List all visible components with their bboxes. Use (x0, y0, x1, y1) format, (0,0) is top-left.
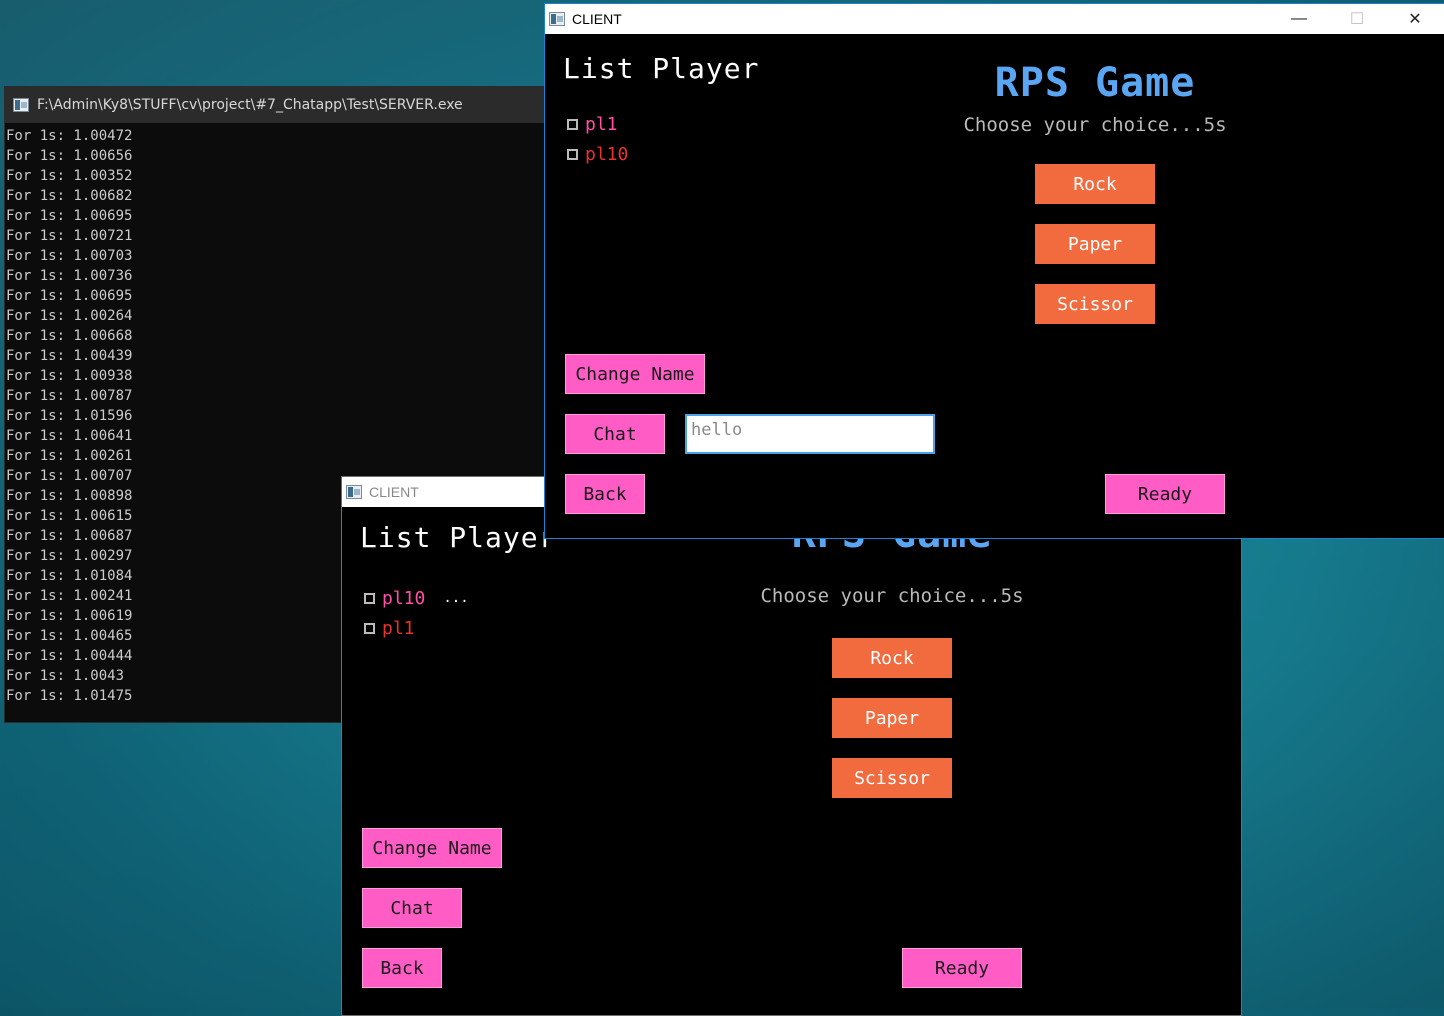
console-app-icon (13, 98, 29, 112)
close-icon[interactable]: ✕ (1386, 4, 1444, 34)
countdown-subtitle: Choose your choice...5s (760, 585, 1024, 607)
console-line: For 1s: 1.00703 (6, 248, 133, 264)
client-titlebar[interactable]: CLIENT — ☐ ✕ (545, 4, 1444, 34)
countdown-subtitle: Choose your choice...5s (963, 114, 1227, 136)
player-list: pl10 ... pl1 (364, 583, 469, 643)
bullet-icon (364, 622, 375, 634)
console-line: For 1s: 1.00721 (6, 228, 133, 244)
console-line: For 1s: 1.00264 (6, 308, 133, 324)
console-title: F:\Admin\Ky8\STUFF\cv\project\#7_Chatapp… (37, 97, 463, 113)
client-app-icon (549, 12, 565, 26)
player-status: ... (443, 590, 469, 606)
console-line: For 1s: 1.00261 (6, 448, 133, 464)
change-name-button[interactable]: Change Name (362, 828, 502, 868)
change-name-button[interactable]: Change Name (565, 354, 705, 394)
list-player-title: List Player (563, 52, 760, 85)
player-list: pl1 pl10 (567, 109, 628, 169)
paper-button[interactable]: Paper (1035, 224, 1155, 264)
game-title: RPS Game (994, 60, 1196, 106)
ready-button[interactable]: Ready (902, 948, 1022, 988)
window-title: CLIENT (572, 11, 622, 27)
player-list-item[interactable]: pl10 ... (364, 583, 469, 613)
player-list-item[interactable]: pl1 (364, 613, 469, 643)
console-line: For 1s: 1.00352 (6, 168, 133, 184)
chat-button[interactable]: Chat (362, 888, 462, 928)
ready-button[interactable]: Ready (1105, 474, 1225, 514)
back-button[interactable]: Back (565, 474, 645, 514)
client-app-icon (346, 485, 362, 499)
bullet-icon (364, 592, 375, 604)
scissor-button[interactable]: Scissor (832, 758, 952, 798)
paper-button[interactable]: Paper (832, 698, 952, 738)
console-line: For 1s: 1.00656 (6, 148, 133, 164)
client-body: List Player pl10 ... pl1 RPS Game Choose… (342, 507, 1241, 1015)
back-button[interactable]: Back (362, 948, 442, 988)
scissor-button[interactable]: Scissor (1035, 284, 1155, 324)
client-body: List Player pl1 pl10 RPS Game Choose you… (545, 34, 1444, 538)
chat-button[interactable]: Chat (565, 414, 665, 454)
minimize-icon[interactable]: — (1270, 4, 1328, 34)
bullet-icon (567, 148, 578, 160)
maximize-icon[interactable]: ☐ (1328, 4, 1386, 34)
console-line: For 1s: 1.00682 (6, 188, 133, 204)
player-name: pl10 (382, 587, 426, 609)
player-name: pl1 (585, 113, 618, 135)
console-line: For 1s: 1.00938 (6, 368, 133, 384)
console-line: For 1s: 1.00641 (6, 428, 133, 444)
client-window-front[interactable]: CLIENT — ☐ ✕ List Player pl1 pl10 RPS Ga… (544, 3, 1444, 539)
chat-input[interactable]: hello (685, 414, 935, 454)
window-title: CLIENT (369, 484, 419, 500)
console-line: For 1s: 1.00668 (6, 328, 133, 344)
player-list-item[interactable]: pl10 (567, 139, 628, 169)
console-line: For 1s: 1.00736 (6, 268, 133, 284)
client-window-back[interactable]: CLIENT List Player pl10 ... pl1 RPS Game… (341, 476, 1242, 1016)
player-list-item[interactable]: pl1 (567, 109, 628, 139)
console-line: For 1s: 1.00439 (6, 348, 133, 364)
list-player-title: List Player (360, 521, 557, 554)
rock-button[interactable]: Rock (1035, 164, 1155, 204)
console-line: For 1s: 1.01596 (6, 408, 133, 424)
console-line: For 1s: 1.00695 (6, 208, 133, 224)
console-titlebar[interactable]: F:\Admin\Ky8\STUFF\cv\project\#7_Chatapp… (5, 87, 563, 123)
window-controls: — ☐ ✕ (1270, 4, 1444, 34)
player-name: pl10 (585, 143, 629, 165)
player-name: pl1 (382, 617, 415, 639)
bullet-icon (567, 118, 578, 130)
console-line: For 1s: 1.00472 (6, 128, 133, 144)
console-line: For 1s: 1.00787 (6, 388, 133, 404)
console-line: For 1s: 1.00695 (6, 288, 133, 304)
rock-button[interactable]: Rock (832, 638, 952, 678)
